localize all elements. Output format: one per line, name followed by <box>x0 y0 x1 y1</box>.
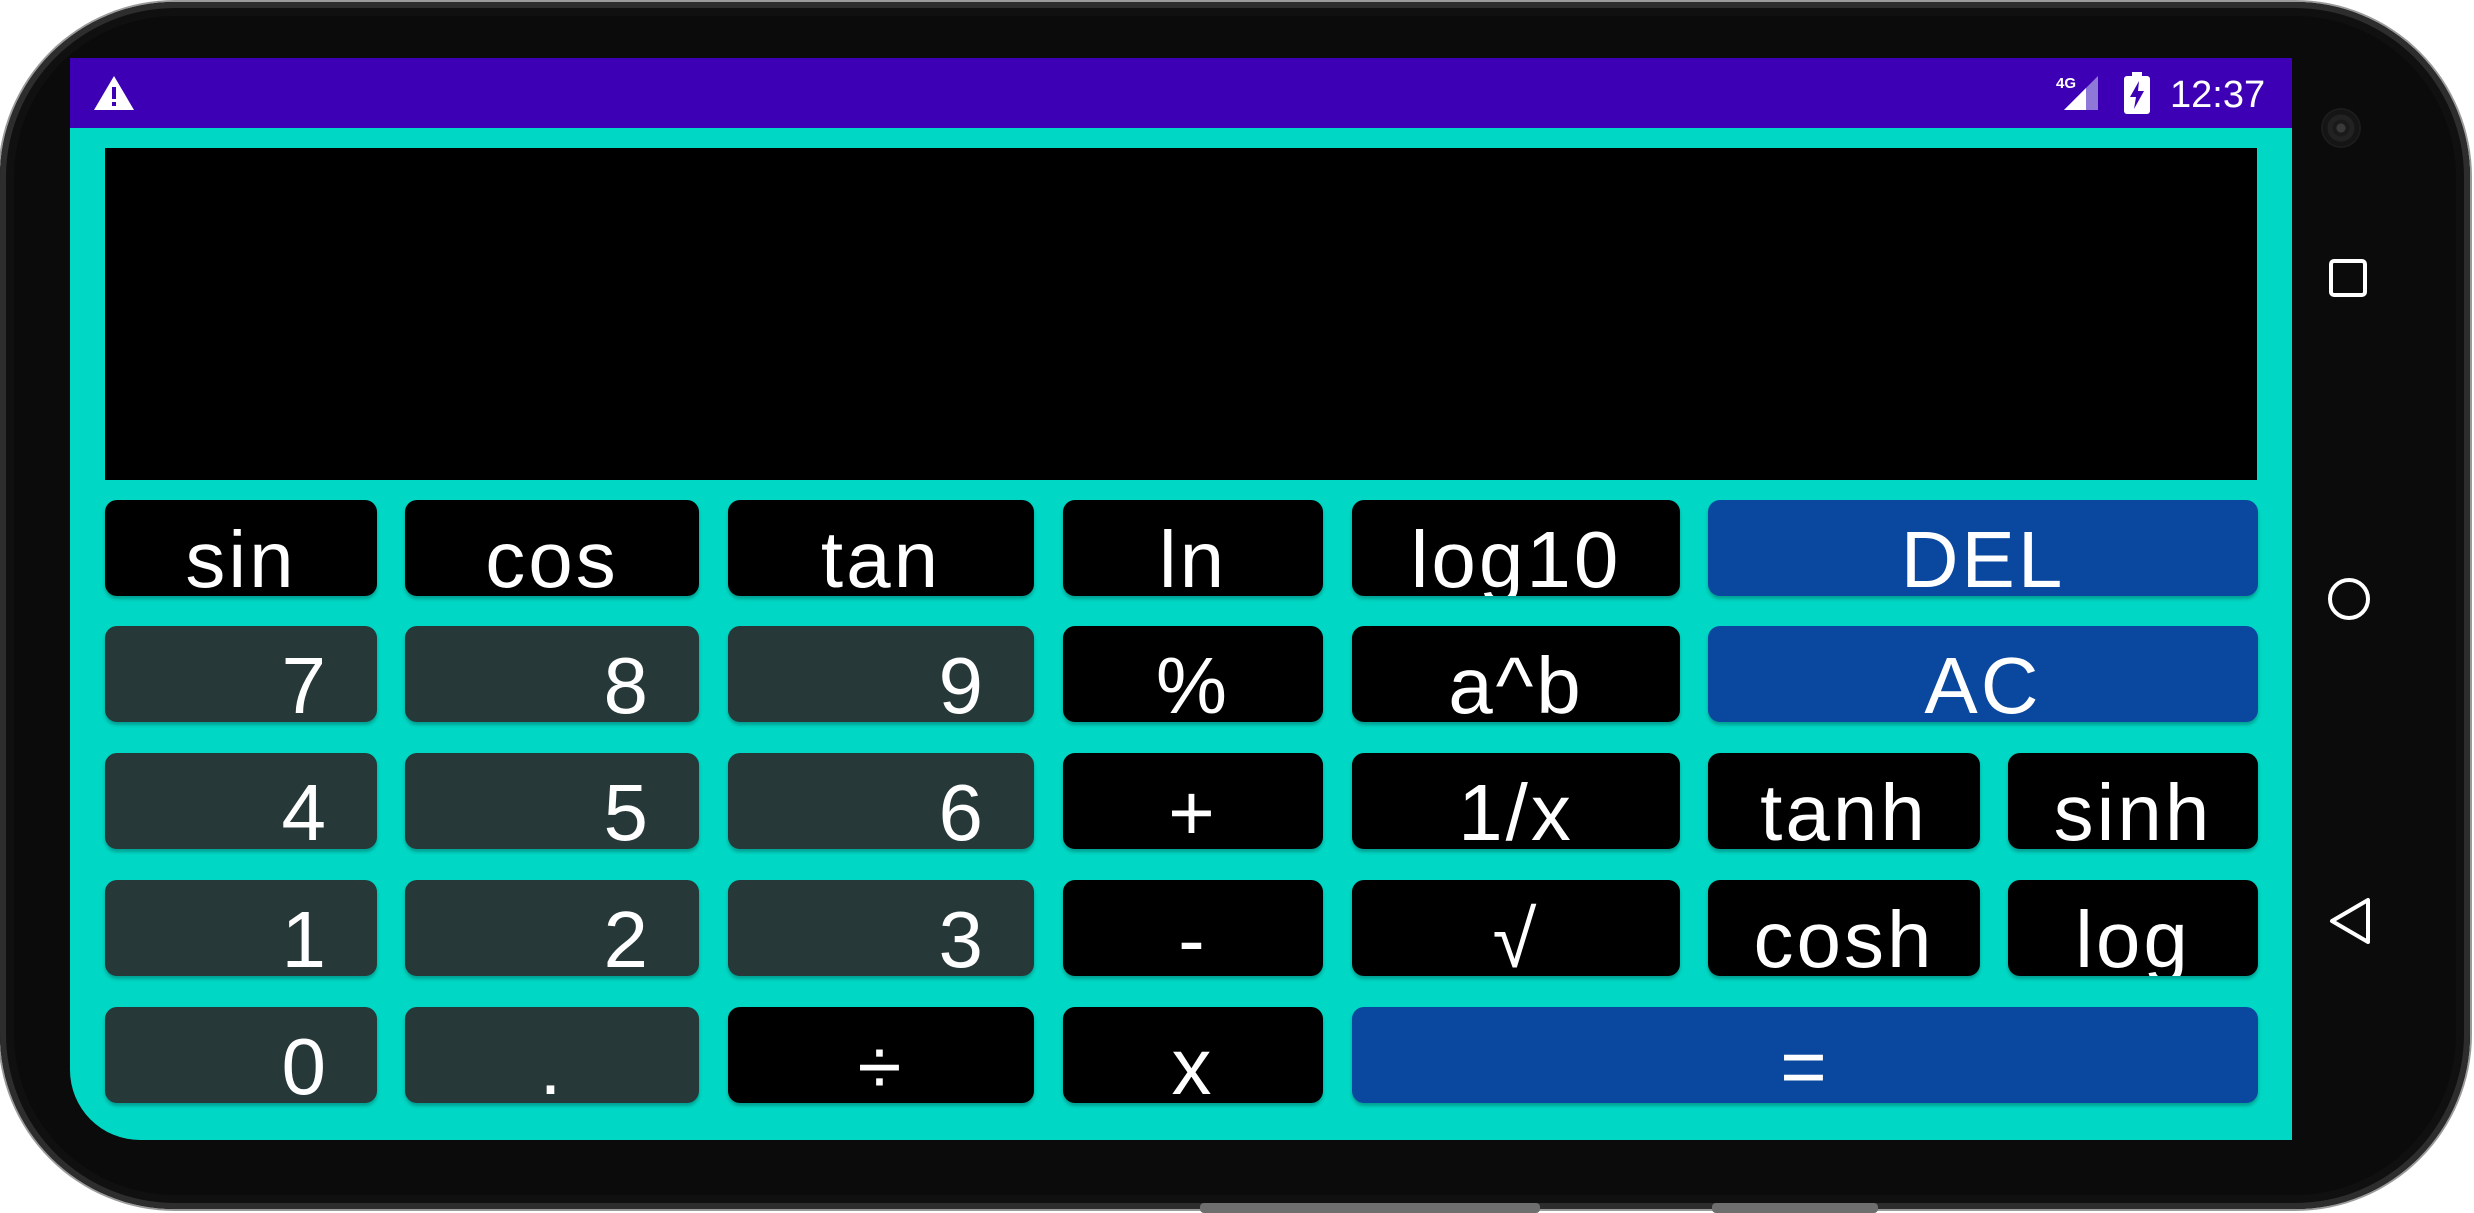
sin-button[interactable]: sin <box>105 500 377 596</box>
delete-label: DEL <box>1900 515 2066 596</box>
warning-icon <box>94 76 134 110</box>
back-icon[interactable] <box>2328 896 2372 946</box>
status-bar: 4G 12:37 <box>70 58 2292 128</box>
ln-button[interactable]: ln <box>1063 500 1323 596</box>
divide-button[interactable]: ÷ <box>728 1007 1034 1103</box>
recents-icon[interactable] <box>2328 258 2368 298</box>
calculator-display <box>105 148 2257 480</box>
cos-label: cos <box>485 515 619 596</box>
digit-3-button[interactable]: 3 <box>728 880 1034 976</box>
ln-label: ln <box>1158 515 1228 596</box>
cosh-button[interactable]: cosh <box>1708 880 1980 976</box>
digit-7-label: 7 <box>281 641 329 722</box>
tan-label: tan <box>820 515 942 596</box>
digit-5-button[interactable]: 5 <box>405 753 699 849</box>
log10-button[interactable]: log10 <box>1352 500 1680 596</box>
tanh-button[interactable]: tanh <box>1708 753 1980 849</box>
status-clock: 12:37 <box>2170 74 2266 116</box>
app-screen: 4G 12:37 sin cos tan ln log10 DEL 7 8 9 … <box>70 58 2292 1140</box>
digit-6-button[interactable]: 6 <box>728 753 1034 849</box>
all-clear-button[interactable]: AC <box>1708 626 2258 722</box>
power-button[interactable]: a^b <box>1352 626 1680 722</box>
power-label: a^b <box>1448 641 1584 722</box>
digit-9-label: 9 <box>938 641 986 722</box>
reciprocal-label: 1/x <box>1458 768 1574 849</box>
equals-label: = <box>1780 1022 1830 1103</box>
battery-charging-icon <box>2124 72 2150 114</box>
percent-label: % <box>1155 641 1231 722</box>
digit-6-label: 6 <box>938 768 986 849</box>
divide-label: ÷ <box>857 1022 905 1103</box>
decimal-point-button[interactable]: . <box>405 1007 699 1103</box>
square-root-label: √ <box>1492 895 1540 976</box>
tan-button[interactable]: tan <box>728 500 1034 596</box>
sinh-label: sinh <box>2053 768 2213 849</box>
log-button[interactable]: log <box>2008 880 2258 976</box>
decimal-point-label: . <box>539 1022 565 1103</box>
volume-button <box>1200 1203 1540 1213</box>
minus-label: - <box>1178 895 1208 976</box>
digit-0-button[interactable]: 0 <box>105 1007 377 1103</box>
digit-1-label: 1 <box>281 895 329 976</box>
digit-9-button[interactable]: 9 <box>728 626 1034 722</box>
plus-label: + <box>1168 768 1218 849</box>
square-root-button[interactable]: √ <box>1352 880 1680 976</box>
percent-button[interactable]: % <box>1063 626 1323 722</box>
digit-8-button[interactable]: 8 <box>405 626 699 722</box>
digit-4-label: 4 <box>281 768 329 849</box>
digit-0-label: 0 <box>281 1022 329 1103</box>
digit-3-label: 3 <box>938 895 986 976</box>
multiply-label: x <box>1171 1022 1215 1103</box>
reciprocal-button[interactable]: 1/x <box>1352 753 1680 849</box>
signal-icon <box>2064 76 2098 110</box>
digit-2-label: 2 <box>603 895 651 976</box>
log-label: log <box>2075 895 2191 976</box>
digit-2-button[interactable]: 2 <box>405 880 699 976</box>
front-camera <box>2323 110 2359 146</box>
all-clear-label: AC <box>1924 641 2042 722</box>
plus-button[interactable]: + <box>1063 753 1323 849</box>
tanh-label: tanh <box>1760 768 1928 849</box>
digit-8-label: 8 <box>603 641 651 722</box>
digit-7-button[interactable]: 7 <box>105 626 377 722</box>
digit-1-button[interactable]: 1 <box>105 880 377 976</box>
cosh-label: cosh <box>1753 895 1935 976</box>
equals-button[interactable]: = <box>1352 1007 2258 1103</box>
multiply-button[interactable]: x <box>1063 1007 1323 1103</box>
delete-button[interactable]: DEL <box>1708 500 2258 596</box>
power-button <box>1712 1203 1878 1213</box>
cos-button[interactable]: cos <box>405 500 699 596</box>
log10-label: log10 <box>1410 515 1622 596</box>
minus-button[interactable]: - <box>1063 880 1323 976</box>
digit-4-button[interactable]: 4 <box>105 753 377 849</box>
sinh-button[interactable]: sinh <box>2008 753 2258 849</box>
home-icon[interactable] <box>2326 576 2372 622</box>
sin-label: sin <box>185 515 297 596</box>
digit-5-label: 5 <box>603 768 651 849</box>
